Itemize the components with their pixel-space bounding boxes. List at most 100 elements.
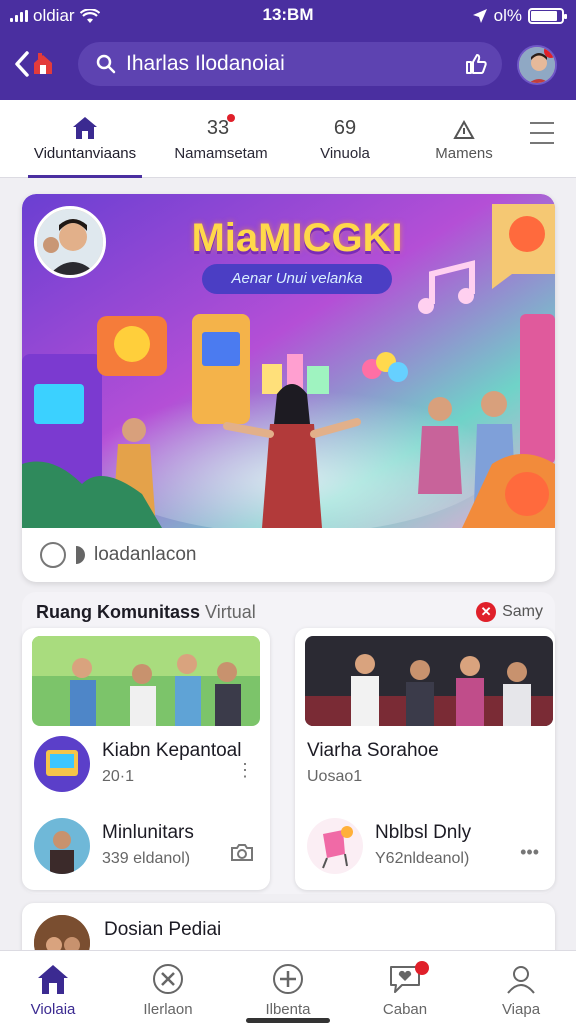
tab-bar: Viduntanviaans 33 Namamsetam 69 Vinuola …: [0, 100, 576, 178]
item-meta: 20·1: [102, 768, 135, 785]
featured-caption: loadanlacon: [94, 544, 197, 565]
location-arrow-icon: [472, 9, 487, 23]
nav-home[interactable]: Violaia: [8, 961, 98, 1018]
nav-label: Ilbenta: [265, 1001, 311, 1018]
tab-number: 69: [333, 117, 357, 139]
list-item[interactable]: Viarha Sorahoe Uosao1: [305, 736, 545, 800]
hamburger-menu-icon[interactable]: [530, 122, 554, 152]
tab-label: Vinuola: [320, 145, 370, 162]
search-bar[interactable]: Iharlas Ilodanoiai: [78, 42, 502, 86]
featured-card[interactable]: MiaMICGKI Aenar Unui velanka loadanlacon: [22, 194, 555, 582]
profile-avatar[interactable]: [517, 45, 557, 85]
smiley-icon: [40, 542, 66, 568]
badge-label: Samy: [502, 603, 543, 620]
group-photo-image: [32, 636, 260, 726]
tab-label: Namamsetam: [174, 145, 268, 162]
item-thumbnail: [34, 818, 90, 874]
item-thumbnail: [307, 818, 363, 874]
tab-label: Mamens: [435, 145, 493, 162]
list-item[interactable]: Kiabn Kepantoal 20·1 ⋮: [32, 736, 260, 800]
triangle-icon: [453, 120, 475, 139]
item-thumbnail: [34, 736, 90, 792]
item-title: Dosian Pediai: [104, 919, 222, 940]
item-meta: Y62nldeanol): [375, 850, 470, 867]
nav-label: Ilerlaon: [143, 1001, 193, 1018]
item-title: Viarha Sorahoe: [307, 740, 439, 761]
arcade-thumbnail-image: [34, 736, 90, 792]
tab-vinuola[interactable]: 69 Vinuola: [300, 100, 390, 178]
featured-banner[interactable]: MiaMICGKI Aenar Unui velanka: [22, 194, 555, 528]
nav-label: Caban: [382, 1001, 428, 1018]
person-thumbnail-image: [34, 818, 90, 874]
camera-icon-svg: [231, 844, 253, 861]
nav-icon-wrap: [243, 961, 333, 997]
plus-icon: [273, 964, 303, 994]
active-tab-underline: [28, 175, 142, 178]
card-photo[interactable]: [305, 636, 553, 726]
tab-icon-wrap: [28, 100, 142, 140]
tab-mamens[interactable]: Mamens: [418, 100, 510, 178]
list-item[interactable]: Minlunitars 339 eldanol): [32, 818, 260, 882]
section-title-suffix: Virtual: [205, 602, 256, 622]
status-half-circle-icon: [76, 546, 85, 564]
notification-dot: [415, 961, 429, 975]
item-title: Minlunitars: [102, 822, 194, 843]
item-title: Nblbsl Dnly: [375, 822, 472, 843]
community-section: Ruang Komunitass Virtual ✕ Samy Kiabn Ke…: [22, 592, 555, 894]
nav-icon-wrap: [360, 961, 450, 997]
camera-icon[interactable]: [230, 842, 254, 867]
nav-icon-wrap: [8, 961, 98, 997]
nav-ilbenta[interactable]: Ilbenta: [243, 961, 333, 1018]
item-meta: 339 eldanol): [102, 850, 191, 867]
group-photo-image: [305, 636, 553, 726]
avatar-image: [37, 209, 103, 275]
tab-number: 33: [206, 117, 230, 139]
nav-icon-wrap: [476, 961, 566, 997]
section-title: Ruang Komunitass Virtual: [36, 602, 256, 623]
more-horizontal-icon[interactable]: •••: [520, 842, 539, 863]
tab-label: Viduntanviaans: [33, 145, 137, 162]
nav-profile[interactable]: Viapa: [476, 961, 566, 1018]
chair-thumbnail-image: [307, 818, 363, 874]
banner-avatar[interactable]: [34, 206, 106, 278]
community-card[interactable]: Viarha Sorahoe Uosao1 Nblbsl Dnly Y62nld…: [295, 628, 555, 890]
tab-viduntanviaans[interactable]: Viduntanviaans: [28, 100, 142, 178]
nav-ilerlaon[interactable]: Ilerlaon: [123, 961, 213, 1018]
more-vertical-icon[interactable]: ⋮: [236, 760, 254, 781]
item-title: Kiabn Kepantoal: [102, 740, 242, 761]
tab-icon-wrap: 33: [162, 100, 280, 140]
app-header: oldiar 13:BM ol% Iharlas Ilodanoiai: [0, 0, 576, 100]
item-meta: Uosao1: [307, 768, 363, 785]
tab-icon-wrap: [418, 100, 510, 140]
status-right: ol%: [472, 6, 567, 26]
bottom-navigation: Violaia Ilerlaon Ilbenta Caban Viapa: [0, 950, 576, 1024]
close-icon: ✕: [476, 602, 497, 622]
featured-footer: loadanlacon: [40, 542, 196, 568]
card-photo[interactable]: [32, 636, 260, 726]
search-input[interactable]: Iharlas Ilodanoiai: [126, 52, 285, 76]
tab-namamsetam[interactable]: 33 Namamsetam: [162, 100, 280, 178]
user-icon: [507, 966, 535, 994]
status-bar: oldiar 13:BM ol%: [0, 0, 576, 32]
back-button[interactable]: [14, 46, 64, 82]
banner-subtitle: Aenar Unui velanka: [202, 264, 392, 294]
nav-label: Viapa: [501, 1001, 541, 1018]
shop-icon: [34, 53, 52, 74]
list-item[interactable]: Nblbsl Dnly Y62nldeanol) •••: [305, 818, 545, 882]
thumbs-up-icon[interactable]: [464, 52, 488, 76]
chevron-left-icon: [15, 51, 29, 77]
notification-dot: [227, 114, 236, 122]
nav-icon-wrap: [123, 961, 213, 997]
home-icon: [73, 117, 97, 139]
search-icon: [96, 54, 116, 74]
community-card[interactable]: Kiabn Kepantoal 20·1 ⋮ Minlunitars 339 e…: [22, 628, 270, 890]
battery-icon: [528, 8, 567, 24]
nav-label: Violaia: [30, 1001, 76, 1018]
tools-icon: [153, 964, 183, 994]
section-badge[interactable]: ✕ Samy: [476, 602, 543, 622]
home-icon: [38, 965, 68, 994]
banner-title: MiaMICGKI: [191, 216, 403, 260]
nav-caban[interactable]: Caban: [360, 961, 450, 1018]
notification-dot: [544, 47, 555, 58]
tab-icon-wrap: 69: [300, 100, 390, 140]
